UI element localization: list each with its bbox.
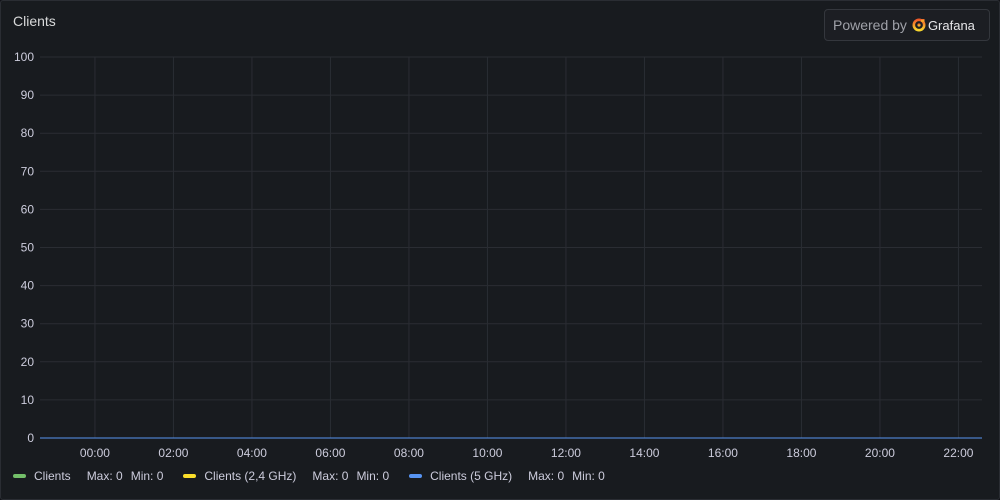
x-tick-label: 02:00 [158,446,188,460]
y-tick-label: 10 [21,393,35,407]
legend-label: Clients [34,469,71,483]
y-tick-label: 50 [21,241,35,255]
x-tick-label: 18:00 [786,446,816,460]
legend-min: Min: 0 [130,469,164,483]
legend-item-clients-24ghz[interactable]: Clients (2,4 GHz) Max: 0 Min: 0 [183,469,397,483]
x-tick-label: 06:00 [315,446,345,460]
legend-label: Clients (5 GHz) [430,469,513,483]
x-tick-label: 08:00 [394,446,424,460]
y-axis-ticks: 0 10 20 30 40 50 60 70 80 90 100 [14,50,34,445]
x-tick-label: 12:00 [551,446,581,460]
legend-max: Max: 0 [528,469,565,483]
x-tick-label: 14:00 [629,446,659,460]
y-tick-label: 80 [21,126,35,140]
legend-swatch [183,474,197,478]
legend-max: Max: 0 [312,469,349,483]
y-tick-label: 70 [21,164,35,178]
legend-swatch [409,474,423,478]
chart-plot: 0 10 20 30 40 50 60 70 80 90 100 00:00 02:00 04:00 06… [14,50,982,460]
y-tick-label: 30 [21,317,35,331]
y-tick-label: 100 [14,50,34,64]
x-tick-label: 20:00 [865,446,895,460]
legend-swatch [13,474,26,478]
legend-item-clients[interactable]: Clients Max: 0 Min: 0 [13,469,171,483]
y-tick-label: 90 [21,88,35,102]
y-tick-label: 40 [21,279,35,293]
x-axis-ticks: 00:00 02:00 04:00 06:00 08:00 10:00 12:00 14:00… [80,446,974,460]
y-tick-label: 0 [27,431,34,445]
legend-item-clients-5ghz[interactable]: Clients (5 GHz) Max: 0 Min: 0 [409,469,613,483]
legend-max: Max: 0 [86,469,123,483]
legend: Clients Max: 0 Min: 0 Clients (2,4 GHz) … [13,469,625,483]
x-tick-label: 22:00 [943,446,973,460]
legend-min: Min: 0 [356,469,390,483]
legend-label: Clients (2,4 GHz) [204,469,297,483]
y-tick-label: 20 [21,355,35,369]
x-tick-label: 04:00 [237,446,267,460]
legend-min: Min: 0 [572,469,605,483]
y-tick-label: 60 [21,202,35,216]
x-tick-label: 00:00 [80,446,110,460]
x-tick-label: 16:00 [708,446,738,460]
grid-horizontal [40,56,982,439]
x-tick-label: 10:00 [472,446,502,460]
